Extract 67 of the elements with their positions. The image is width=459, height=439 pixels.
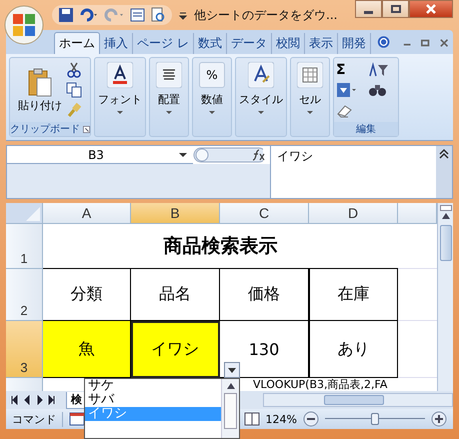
window-title: 他シートのデータをダウ... [194,6,338,24]
vertical-scrollbar[interactable] [437,203,453,392]
align-lines-icon[interactable] [156,62,182,88]
list-item[interactable]: サバ [85,393,221,407]
style-letter-icon[interactable] [248,62,274,88]
status-text: コマンド [12,412,63,427]
zoom-level: 124% [266,412,297,426]
paste-button[interactable]: 貼り付け [18,68,62,113]
restore-icon[interactable] [421,38,430,48]
undo-icon[interactable] [78,7,100,23]
row-header[interactable]: 3 [6,321,43,378]
table-cell: イワシ [131,321,220,378]
zoom-out-icon[interactable] [303,411,319,428]
horizontal-scrollbar[interactable] [263,393,453,408]
clipboard-icon[interactable] [27,68,53,98]
zoom-slider[interactable] [371,413,379,426]
scroll-thumb[interactable] [324,395,384,406]
cell-text: VLOOKUP(B3,商品表,2,FA [253,378,388,392]
row-header[interactable]: 1 [6,224,43,270]
list-scrollbar[interactable] [221,379,239,438]
triangle-icon [26,207,40,222]
column-header[interactable]: A [43,203,131,224]
maximize-button[interactable] [382,0,409,18]
fill-down-icon[interactable] [336,82,358,98]
scroll-thumb[interactable] [440,225,452,262]
split-handle[interactable] [440,205,452,212]
help-icon[interactable] [376,34,390,50]
print-preview-icon[interactable] [150,7,166,23]
cells-button[interactable]: セル [297,60,323,114]
scroll-thumb[interactable] [224,393,237,429]
group-label: クリップボード [10,122,80,136]
table-cell: 価格 [220,269,309,322]
style-button[interactable]: スタイル [239,60,283,114]
table-grid-icon[interactable] [297,62,323,88]
sort-filter-icon[interactable] [368,62,390,78]
table-title: 商品検索表示 [43,224,398,270]
column-header[interactable]: B [131,203,220,224]
number-button[interactable]: % 数値 [199,60,225,114]
macro-icon[interactable] [69,412,85,426]
launcher-icon[interactable] [83,124,90,134]
dropdown-button[interactable] [224,362,240,378]
autosum-button[interactable]: Σ [336,62,364,78]
font-color-icon[interactable] [107,62,133,88]
column-header[interactable]: C [220,203,309,224]
align-button[interactable]: 配置 [156,60,182,114]
row-header[interactable]: 2 [6,269,43,322]
caret-icon[interactable] [228,368,236,372]
copy-icon[interactable] [66,82,82,98]
cut-icon[interactable] [66,62,82,78]
list-item[interactable]: サケ [85,379,221,393]
customize-icon[interactable] [178,10,188,20]
form-icon[interactable] [130,7,146,23]
column-header[interactable]: D [309,203,398,224]
close-button[interactable] [409,0,453,18]
table-cell: 在庫 [309,269,398,322]
table-cell: あり [309,321,398,378]
arrow-up-icon[interactable] [226,383,234,389]
table-cell: 魚 [43,321,131,378]
close-icon[interactable] [440,38,448,48]
font-button[interactable]: フォント [98,60,142,114]
group-label: 編集 [334,122,398,136]
save-icon[interactable] [58,7,74,23]
arrow-up-icon[interactable] [442,213,450,220]
minimize-button[interactable] [355,0,382,18]
ribbon-tab[interactable]: ホーム [54,32,100,54]
page-view-icon[interactable] [244,412,260,426]
zoom-in-icon[interactable] [431,411,447,428]
